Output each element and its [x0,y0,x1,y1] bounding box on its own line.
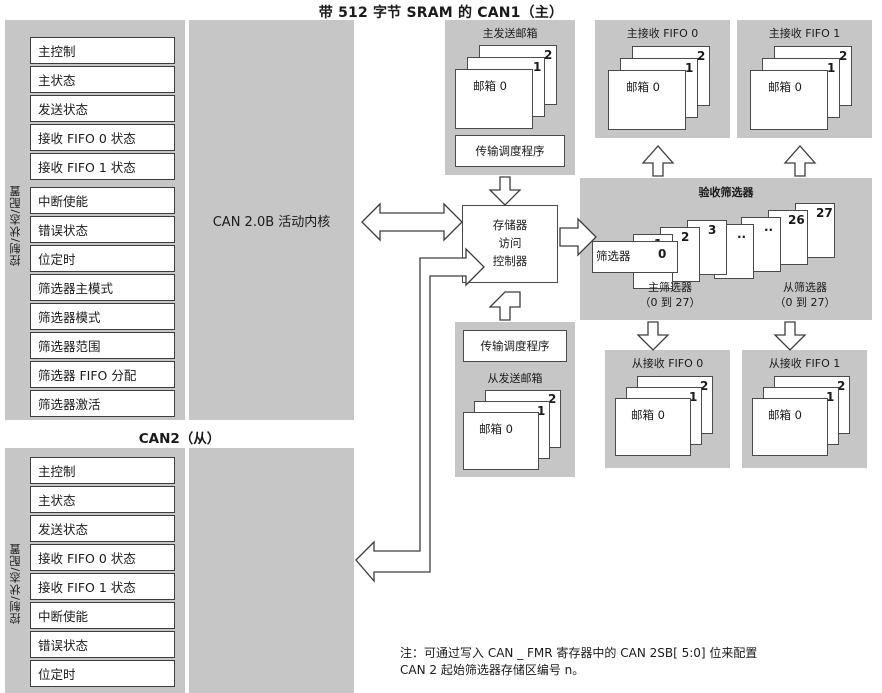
can1-side-label: 控制/状态/配置 [9,184,22,266]
can2-register-6[interactable]: 错误状态 [30,631,175,658]
master-tx-mailbox-title: 主发送邮箱 [482,27,538,40]
slave-filters-caption-line-1: 从筛选器 [783,281,827,294]
acceptance-filters-title: 验收筛选器 [698,186,754,199]
slave-filters-caption-line-2: （0 到 27） [774,296,836,310]
can1-core-label: CAN 2.0B 活动内核 [212,214,331,230]
arrow-slave-tx-up [488,291,521,321]
arrow-filters-to-master-fifo0 [641,145,675,177]
filter-sheet-27-label: 27 [816,206,833,220]
filter-sheet-26-label: 26 [788,213,805,227]
can2-register-4[interactable]: 接收 FIFO 1 状态 [30,573,175,600]
arrow-core-to-memctrl [361,202,463,242]
can1-register-2[interactable]: 发送状态 [30,95,175,122]
can1-register-5[interactable]: 中断使能 [30,187,175,214]
arrow-master-tx-down [488,176,522,206]
slave-tx-mailbox-title: 从发送邮箱 [487,372,543,385]
master-rx-fifo1-sheet-0-label: 邮箱 0 [768,80,802,94]
can2-side-label: 控制/状态/配置 [9,542,22,624]
slave-rx-fifo1-panel: 从接收 FIFO 1 2 1 邮箱 0 [742,350,867,468]
slave-rx-fifo1-title: 从接收 FIFO 1 [768,357,841,370]
master-tx-scheduler[interactable]: 传输调度程序 [455,135,565,167]
master-tx-mailbox-panel: 主发送邮箱 2 1 邮箱 0 传输调度程序 [445,20,575,175]
page-title-text: 带 512 字节 SRAM 的 CAN1（主） [318,5,564,21]
can1-register-1[interactable]: 主状态 [30,66,175,93]
can2-register-0[interactable]: 主控制 [30,457,175,484]
slave-rx-fifo0-title: 从接收 FIFO 0 [631,357,704,370]
slave-tx-mailbox-sheet-0-label: 邮箱 0 [479,422,513,436]
memory-access-controller[interactable]: 存储器 访问 控制器 [462,205,558,283]
can2-register-7[interactable]: 位定时 [30,660,175,687]
memory-controller-line-1: 存储器 [492,218,528,232]
can1-core-panel: CAN 2.0B 活动内核 [189,20,354,420]
master-tx-mailbox-sheet-2-label: 2 [544,48,553,62]
slave-tx-mailbox-panel: 传输调度程序 从发送邮箱 2 1 邮箱 0 [455,322,575,477]
master-rx-fifo1-title: 主接收 FIFO 1 [768,27,841,40]
slave-tx-scheduler-label: 传输调度程序 [480,339,550,353]
arrow-filters-to-slave-fifo0 [636,321,670,351]
can2-core-panel [189,448,354,693]
master-rx-fifo0-sheet-2-label: 2 [697,49,706,63]
filter-sheet-dots-2-label: .. [764,220,774,234]
filter-sheet-dots-1-label: .. [737,227,747,241]
can1-register-6[interactable]: 错误状态 [30,216,175,243]
master-rx-fifo1-sheet-2-label: 2 [839,49,848,63]
master-tx-mailbox-sheet-1-label: 1 [533,60,542,74]
can1-register-3[interactable]: 接收 FIFO 0 状态 [30,124,175,151]
master-rx-fifo1-panel: 主接收 FIFO 1 2 1 邮箱 0 [737,20,872,138]
can2-register-5[interactable]: 中断使能 [30,602,175,629]
footer-note: 注：可通过写入 CAN _ FMR 寄存器中的 CAN 2SB[ 5:0] 位来… [400,646,758,678]
filter-sheet-3-label: 3 [708,223,717,237]
slave-rx-fifo0-sheet-0-label: 邮箱 0 [631,408,665,422]
page-title: 带 512 字节 SRAM 的 CAN1（主） [0,2,882,22]
master-tx-scheduler-label: 传输调度程序 [475,144,545,158]
can1-register-12[interactable]: 筛选器激活 [30,390,175,417]
slave-rx-fifo0-panel: 从接收 FIFO 0 2 1 邮箱 0 [605,350,730,468]
filter-sheet-2-label: 2 [681,230,690,244]
slave-rx-fifo1-sheet-0-label: 邮箱 0 [768,408,802,422]
can1-register-4[interactable]: 接收 FIFO 1 状态 [30,153,175,180]
master-filters-caption-line-2: （0 到 27） [639,296,701,310]
can2-title-text: CAN2（从） [138,431,221,447]
master-filters-caption: 主筛选器 （0 到 27） [615,280,725,311]
can1-register-11[interactable]: 筛选器 FIFO 分配 [30,361,175,388]
memory-controller-line-2: 访问 [498,235,522,250]
arrow-filters-to-master-fifo1 [783,145,817,177]
can1-register-7[interactable]: 位定时 [30,245,175,272]
can2-register-1[interactable]: 主状态 [30,486,175,513]
master-filters-caption-line-1: 主筛选器 [648,281,692,294]
acceptance-filters-panel: 验收筛选器 27 26 .. .. 3 2 1 筛选器 0 主筛选器 （0 到 … [580,178,872,320]
master-rx-fifo0-sheet-1-label: 1 [685,61,694,75]
master-rx-fifo0-panel: 主接收 FIFO 0 2 1 邮箱 0 [595,20,730,138]
filter-sheet-0-name: 筛选器 [596,249,631,263]
can2-register-2[interactable]: 发送状态 [30,515,175,542]
slave-tx-scheduler[interactable]: 传输调度程序 [463,330,567,362]
can1-register-0[interactable]: 主控制 [30,37,175,64]
slave-filters-caption: 从筛选器 （0 到 27） [750,280,860,311]
master-rx-fifo0-title: 主接收 FIFO 0 [626,27,699,40]
can1-register-9[interactable]: 筛选器模式 [30,303,175,330]
can2-title: CAN2（从） [5,427,354,447]
can1-register-10[interactable]: 筛选器范围 [30,332,175,359]
master-rx-fifo1-sheet-1-label: 1 [827,61,836,75]
arrow-filters-to-slave-fifo1 [773,321,807,351]
filter-sheet-0-label: 0 [658,247,667,261]
master-rx-fifo0-sheet-0-label: 邮箱 0 [626,80,660,94]
memory-controller-line-3: 控制器 [492,253,528,268]
can2-register-3[interactable]: 接收 FIFO 0 状态 [30,544,175,571]
master-tx-mailbox-sheet-0-label: 邮箱 0 [473,79,507,93]
can1-register-8[interactable]: 筛选器主模式 [30,274,175,301]
